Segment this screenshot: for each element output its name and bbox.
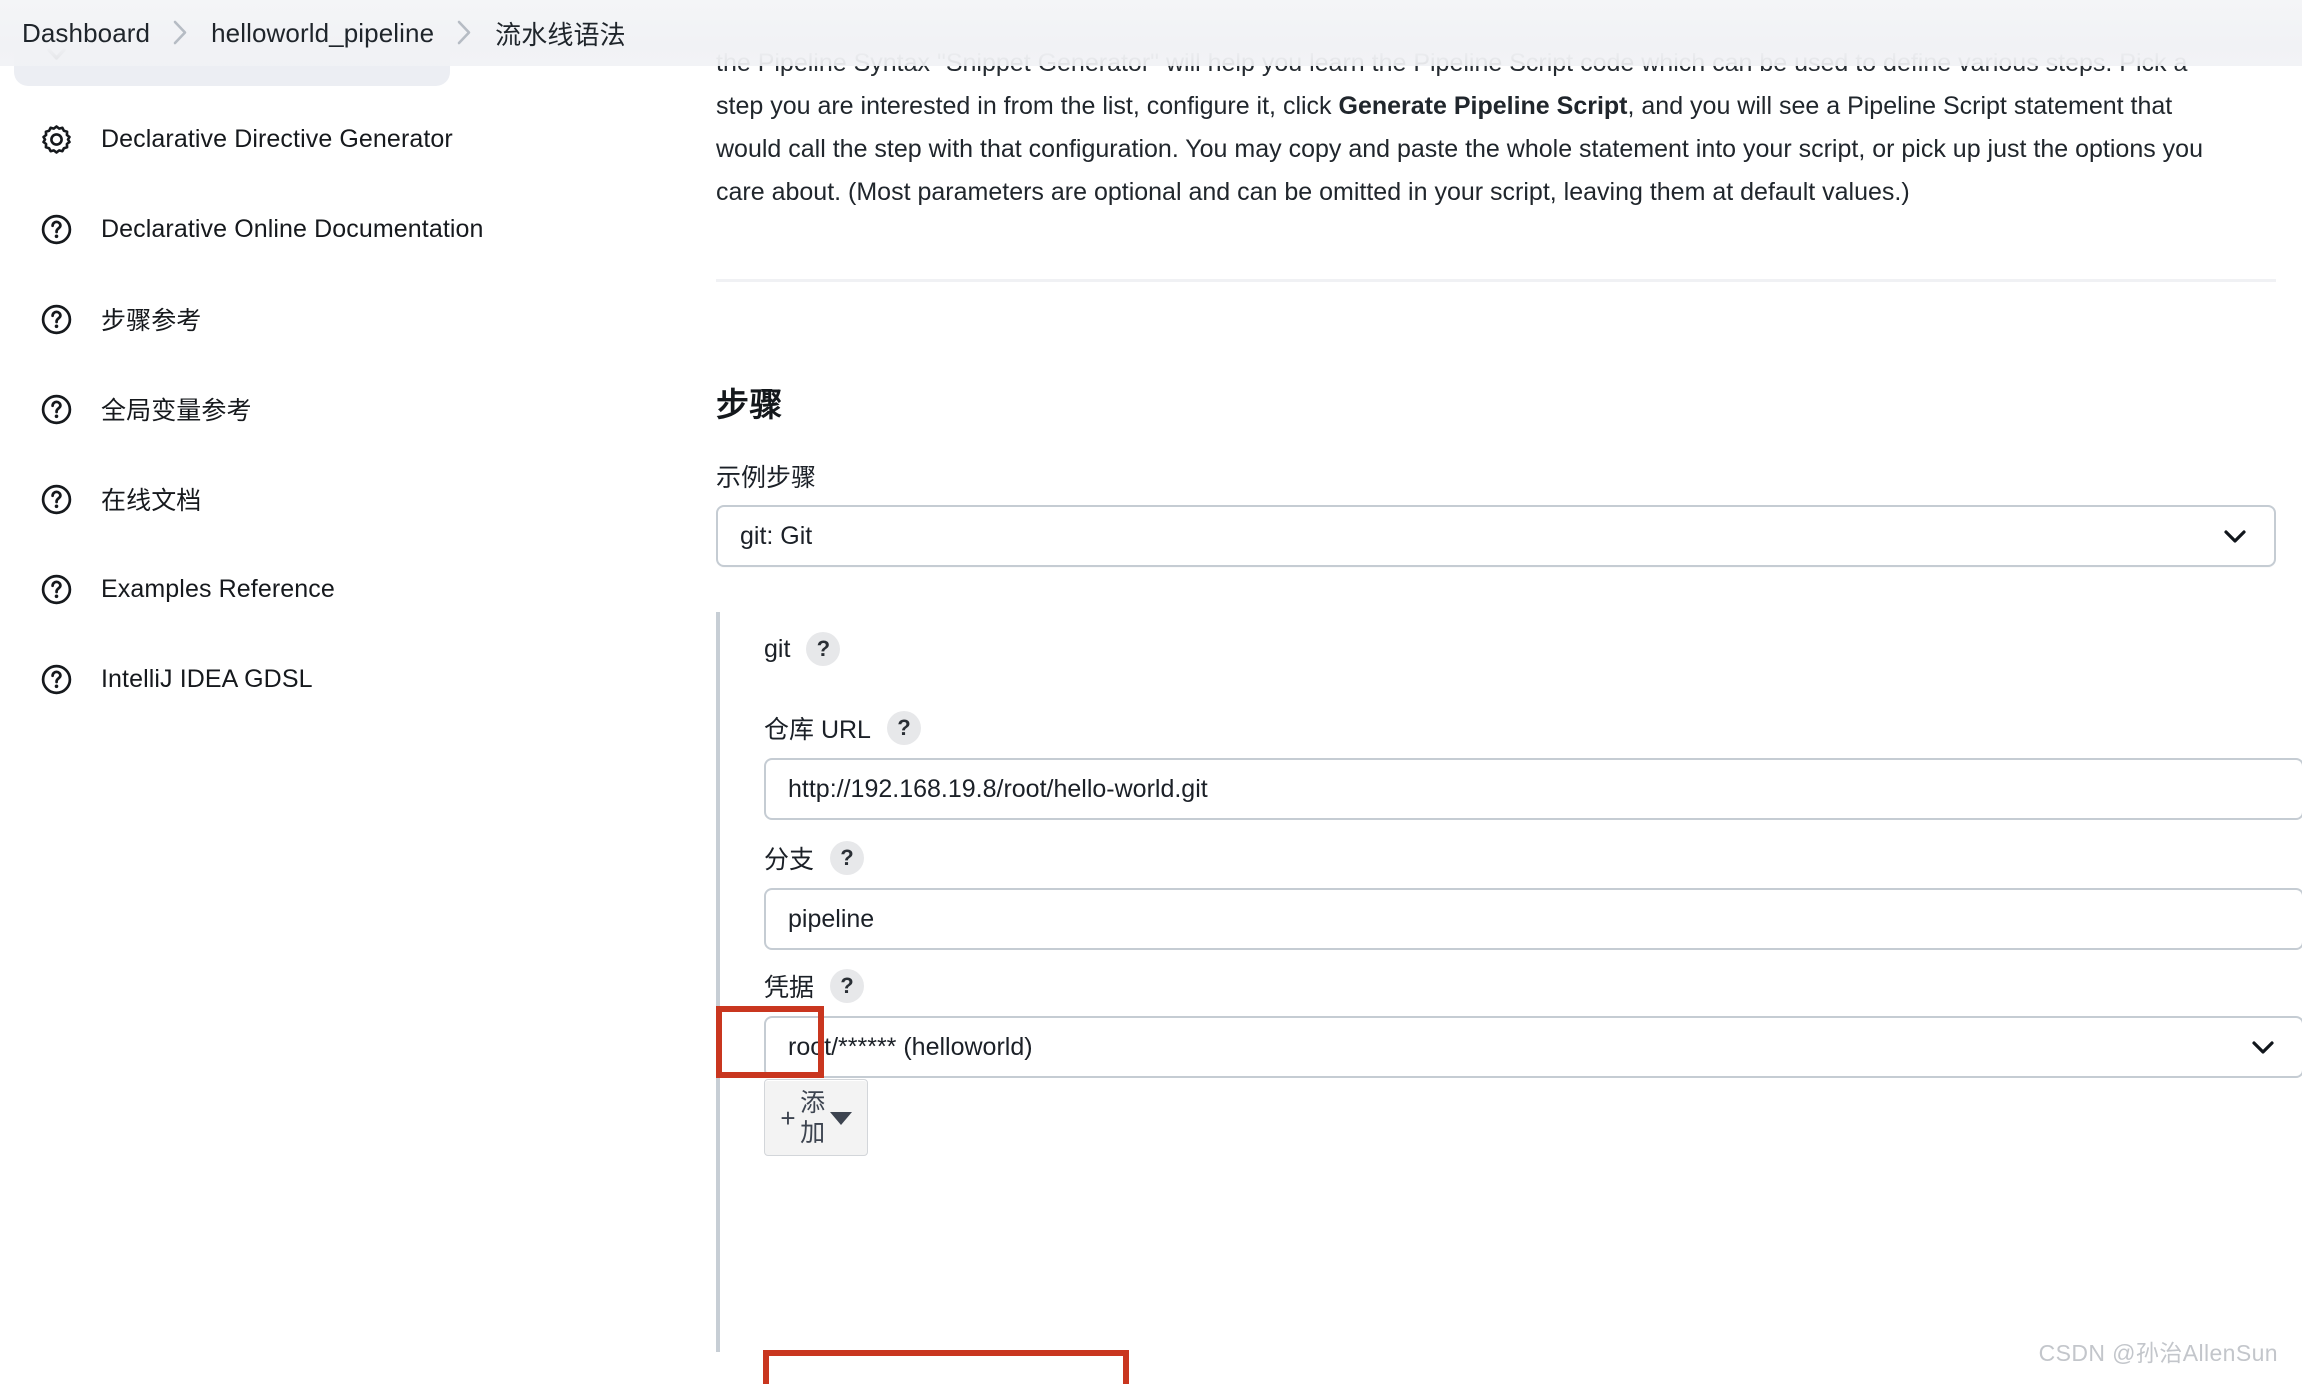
credentials-label-text: 凭据 (764, 974, 815, 1002)
add-button-label: 添加 (800, 1088, 826, 1147)
credentials-value: root/****** (helloworld) (788, 1032, 1033, 1061)
help-icon-repo-url[interactable]: ? (886, 711, 921, 745)
intro-part1: step you are interested in from the list… (716, 92, 1339, 120)
credentials-select[interactable]: root/****** (helloworld) (764, 1016, 2302, 1078)
intro-bold-generate-pipeline-script: Generate Pipeline Script (1338, 92, 1628, 120)
page-root: Declarative Directive Generator Declarat… (0, 0, 2302, 1384)
help-icon-branch[interactable]: ? (830, 841, 865, 875)
sidebar-item-step-reference[interactable]: 步骤参考 (14, 285, 650, 353)
branch-value: pipeline (788, 904, 875, 933)
help-circle-icon (38, 211, 75, 248)
help-circle-icon (38, 661, 75, 698)
chevron-right-icon (172, 19, 189, 46)
plus-icon: + (780, 1102, 796, 1133)
intro-paragraph: the Pipeline Syntax "Snippet Generator" … (716, 42, 2236, 214)
credentials-label: 凭据 ? (764, 968, 865, 1004)
example-step-select-wrap: git: Git (716, 505, 2276, 1078)
breadcrumb-item-dashboard[interactable]: Dashboard (22, 18, 150, 49)
sidebar-item-examples-reference[interactable]: Examples Reference (14, 555, 650, 623)
chevron-down-icon (2218, 519, 2252, 553)
help-circle-icon (38, 571, 75, 608)
example-step-select[interactable]: git: Git (716, 505, 2276, 567)
page-title: 步骤 (716, 386, 783, 423)
section-divider (716, 279, 2276, 282)
sidebar-item-label: 在线文档 (101, 487, 202, 515)
main-content: the Pipeline Syntax "Snippet Generator" … (716, 0, 2302, 1384)
gear-icon (38, 121, 75, 158)
breadcrumb-item-current[interactable]: 流水线语法 (495, 15, 626, 52)
git-step-form: git ? 仓库 URL ? http://192.168.19.8/root/… (716, 612, 2302, 1384)
add-button[interactable]: + 添加 (764, 1079, 868, 1156)
caret-down-icon (829, 1112, 852, 1125)
help-circle-icon (38, 481, 75, 518)
sidebar: Declarative Directive Generator Declarat… (0, 0, 680, 1384)
sidebar-item-intellij-idea-gdsl[interactable]: IntelliJ IDEA GDSL (14, 645, 650, 713)
watermark: CSDN @孙治AllenSun (2038, 1340, 2278, 1366)
sidebar-list: Declarative Directive Generator Declarat… (0, 105, 680, 735)
help-circle-icon (38, 391, 75, 428)
sidebar-item-label: Declarative Online Documentation (101, 214, 484, 243)
sidebar-item-online-documentation[interactable]: 在线文档 (14, 465, 650, 533)
repo-url-input[interactable]: http://192.168.19.8/root/hello-world.git (764, 758, 2302, 820)
sidebar-item-label: 步骤参考 (101, 307, 202, 335)
sidebar-item-declarative-directive-generator[interactable]: Declarative Directive Generator (14, 105, 650, 173)
sidebar-item-label: 全局变量参考 (101, 397, 252, 425)
sidebar-item-label: Declarative Directive Generator (101, 124, 453, 153)
git-form-title-text: git (764, 634, 791, 663)
repo-url-value: http://192.168.19.8/root/hello-world.git (788, 774, 1208, 803)
branch-label-text: 分支 (764, 846, 815, 874)
sidebar-item-label: IntelliJ IDEA GDSL (101, 664, 313, 693)
help-circle-icon (38, 301, 75, 338)
git-form-title: git ? (764, 632, 841, 666)
breadcrumb-item-helloworld-pipeline[interactable]: helloworld_pipeline (211, 18, 434, 49)
help-icon-git[interactable]: ? (806, 632, 841, 666)
chevron-down-icon (2246, 1030, 2280, 1064)
branch-input[interactable]: pipeline (764, 888, 2302, 950)
annotation-box-repo-url (763, 1350, 1129, 1384)
help-icon-credentials[interactable]: ? (830, 969, 865, 1003)
branch-label: 分支 ? (764, 840, 865, 876)
example-step-label: 示例步骤 (716, 458, 816, 494)
chevron-right-icon (456, 19, 473, 46)
repo-url-label: 仓库 URL ? (764, 710, 921, 746)
repo-url-label-text: 仓库 URL (764, 716, 871, 744)
sidebar-item-global-variable-reference[interactable]: 全局变量参考 (14, 375, 650, 443)
example-step-label-text: 示例步骤 (716, 464, 817, 492)
sidebar-item-label: Examples Reference (101, 574, 335, 603)
example-step-select-value: git: Git (740, 521, 813, 550)
sidebar-item-declarative-online-documentation[interactable]: Declarative Online Documentation (14, 195, 650, 263)
breadcrumb: Dashboard helloworld_pipeline 流水线语法 (0, 0, 2302, 66)
